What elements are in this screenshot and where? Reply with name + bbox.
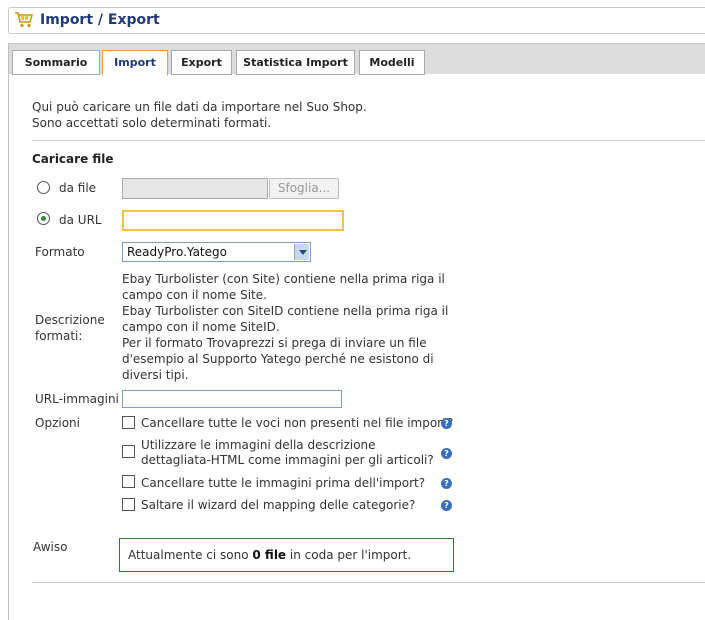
notice-file-count: 0 file [252,548,287,562]
intro-line-2: Sono accettati solo determinati formati. [32,116,272,130]
format-select[interactable]: ReadyPro.Yatego [122,242,311,262]
option-checkbox-3[interactable] [122,475,135,488]
radio-da-file-label: da file [59,181,97,195]
format-description: Ebay Turbolister (con Site) contiene nel… [122,271,452,383]
section-title-caricare-file: Caricare file [32,152,114,166]
format-select-value: ReadyPro.Yatego [127,245,227,259]
cart-icon [15,12,33,28]
options-label: Opzioni [35,416,80,430]
tab-import[interactable]: Import [102,50,168,76]
description-label-line-2: formati: [35,329,83,343]
tab-modelli[interactable]: Modelli [359,50,425,75]
radio-da-url[interactable] [37,212,50,225]
description-line: d'esempio al Supporto Yatego perché ne e… [122,352,434,366]
option-label-1: Cancellare tutte le voci non presenti ne… [141,416,454,430]
description-line: Ebay Turbolister (con Site) contiene nel… [122,272,445,286]
intro-text: Qui può caricare un file dati da importa… [32,99,367,131]
notice-text-after: in coda per l'import. [286,548,412,562]
description-label-line-1: Descrizione [35,313,105,327]
option-checkbox-2[interactable] [122,445,135,458]
divider [32,582,705,583]
tab-bar: Sommario Import Export Statistica Import… [8,43,705,76]
notice-text-before: Attualmente ci sono [128,548,253,562]
option-label-4: Saltare il wizard del mapping delle cate… [141,498,416,512]
radio-da-url-label: da URL [59,213,102,227]
page-title: Import / Export [40,12,160,28]
description-label: Descrizione formati: [35,312,105,344]
notice-label: Awiso [33,540,68,554]
description-line: diversi tipi. [122,368,189,382]
tab-statistica-import[interactable]: Statistica Import [236,50,355,75]
intro-line-1: Qui può caricare un file dati da importa… [32,100,367,114]
description-line: campo con il nome SiteID. [122,320,280,334]
option-label-2-line-1: Utilizzare le immagini della descrizione [141,438,376,452]
import-queue-notice: Attualmente ci sono 0 file in coda per l… [119,538,454,572]
file-path-field [122,178,268,199]
url-input[interactable] [122,210,344,231]
browse-button: Sfoglia... [269,178,339,199]
radio-da-file[interactable] [37,181,50,194]
option-checkbox-4[interactable] [122,498,135,511]
description-line: campo con il nome Site. [122,288,267,302]
option-checkbox-1[interactable] [122,416,135,429]
tab-sommario[interactable]: Sommario [12,50,100,75]
help-icon[interactable]: ? [441,500,452,511]
help-icon[interactable]: ? [441,448,452,459]
chevron-down-icon[interactable] [294,244,309,260]
option-label-2-line-2: dettagliata-HTML come immagini per gli a… [141,453,434,467]
help-icon[interactable]: ? [441,478,452,489]
description-line: Per il formato Trovaprezzi si prega di i… [122,336,427,350]
tab-export[interactable]: Export [171,50,232,75]
help-icon[interactable]: ? [441,418,452,429]
description-line: Ebay Turbolister con SiteID contiene nel… [122,304,449,318]
divider [32,140,705,141]
images-url-input[interactable] [122,390,342,408]
option-label-3: Cancellare tutte le immagini prima dell'… [141,476,426,490]
notice-text: Attualmente ci sono 0 file in coda per l… [128,548,411,562]
format-label: Formato [35,245,85,259]
option-label-2: Utilizzare le immagini della descrizione… [141,438,434,468]
images-url-label: URL-immagini [35,392,119,406]
page-header: Import / Export [8,7,705,34]
